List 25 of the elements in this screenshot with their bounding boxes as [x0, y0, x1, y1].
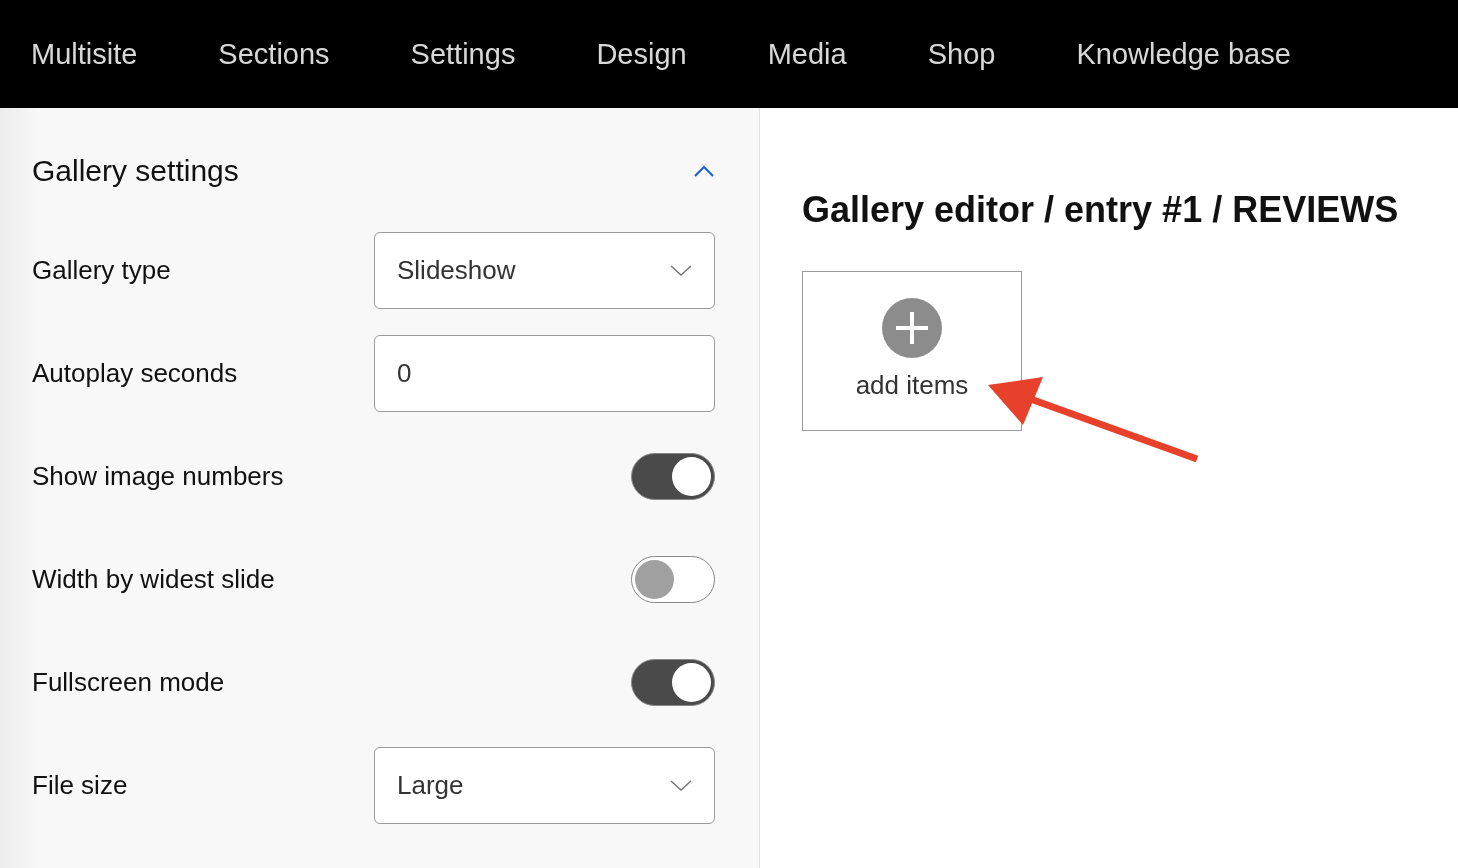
select-field[interactable]: Slideshow: [374, 232, 715, 309]
plus-icon: [882, 297, 942, 358]
nav-link[interactable]: Settings: [410, 39, 516, 69]
editor-title: Gallery editor / entry #1 / REVIEWS: [802, 188, 1400, 232]
chevron-down-icon: [670, 779, 692, 792]
field-label: File size: [32, 769, 128, 802]
input-field[interactable]: 0: [374, 335, 715, 412]
nav-link[interactable]: Multisite: [31, 39, 138, 69]
nav-link[interactable]: Knowledge base: [1076, 39, 1291, 69]
add-items-button[interactable]: add items: [802, 271, 1022, 432]
nav-link[interactable]: Design: [596, 39, 687, 69]
field-label: Gallery type: [32, 254, 171, 287]
field-label: Width by widest slide: [32, 563, 275, 596]
field-label: Autoplay seconds: [32, 357, 238, 390]
field-label: Fullscreen mode: [32, 666, 225, 699]
nav-link[interactable]: Shop: [927, 39, 996, 69]
toggle-switch[interactable]: [631, 556, 715, 603]
toggle-switch[interactable]: [631, 659, 715, 706]
nav-link[interactable]: Sections: [218, 39, 330, 69]
toggle-switch[interactable]: [631, 453, 715, 500]
select-field[interactable]: Large: [374, 747, 715, 824]
panel-title: Gallery settings: [32, 153, 239, 189]
chevron-down-icon: [670, 264, 692, 277]
nav-link[interactable]: Media: [767, 39, 847, 69]
field-label: Show image numbers: [32, 460, 284, 493]
